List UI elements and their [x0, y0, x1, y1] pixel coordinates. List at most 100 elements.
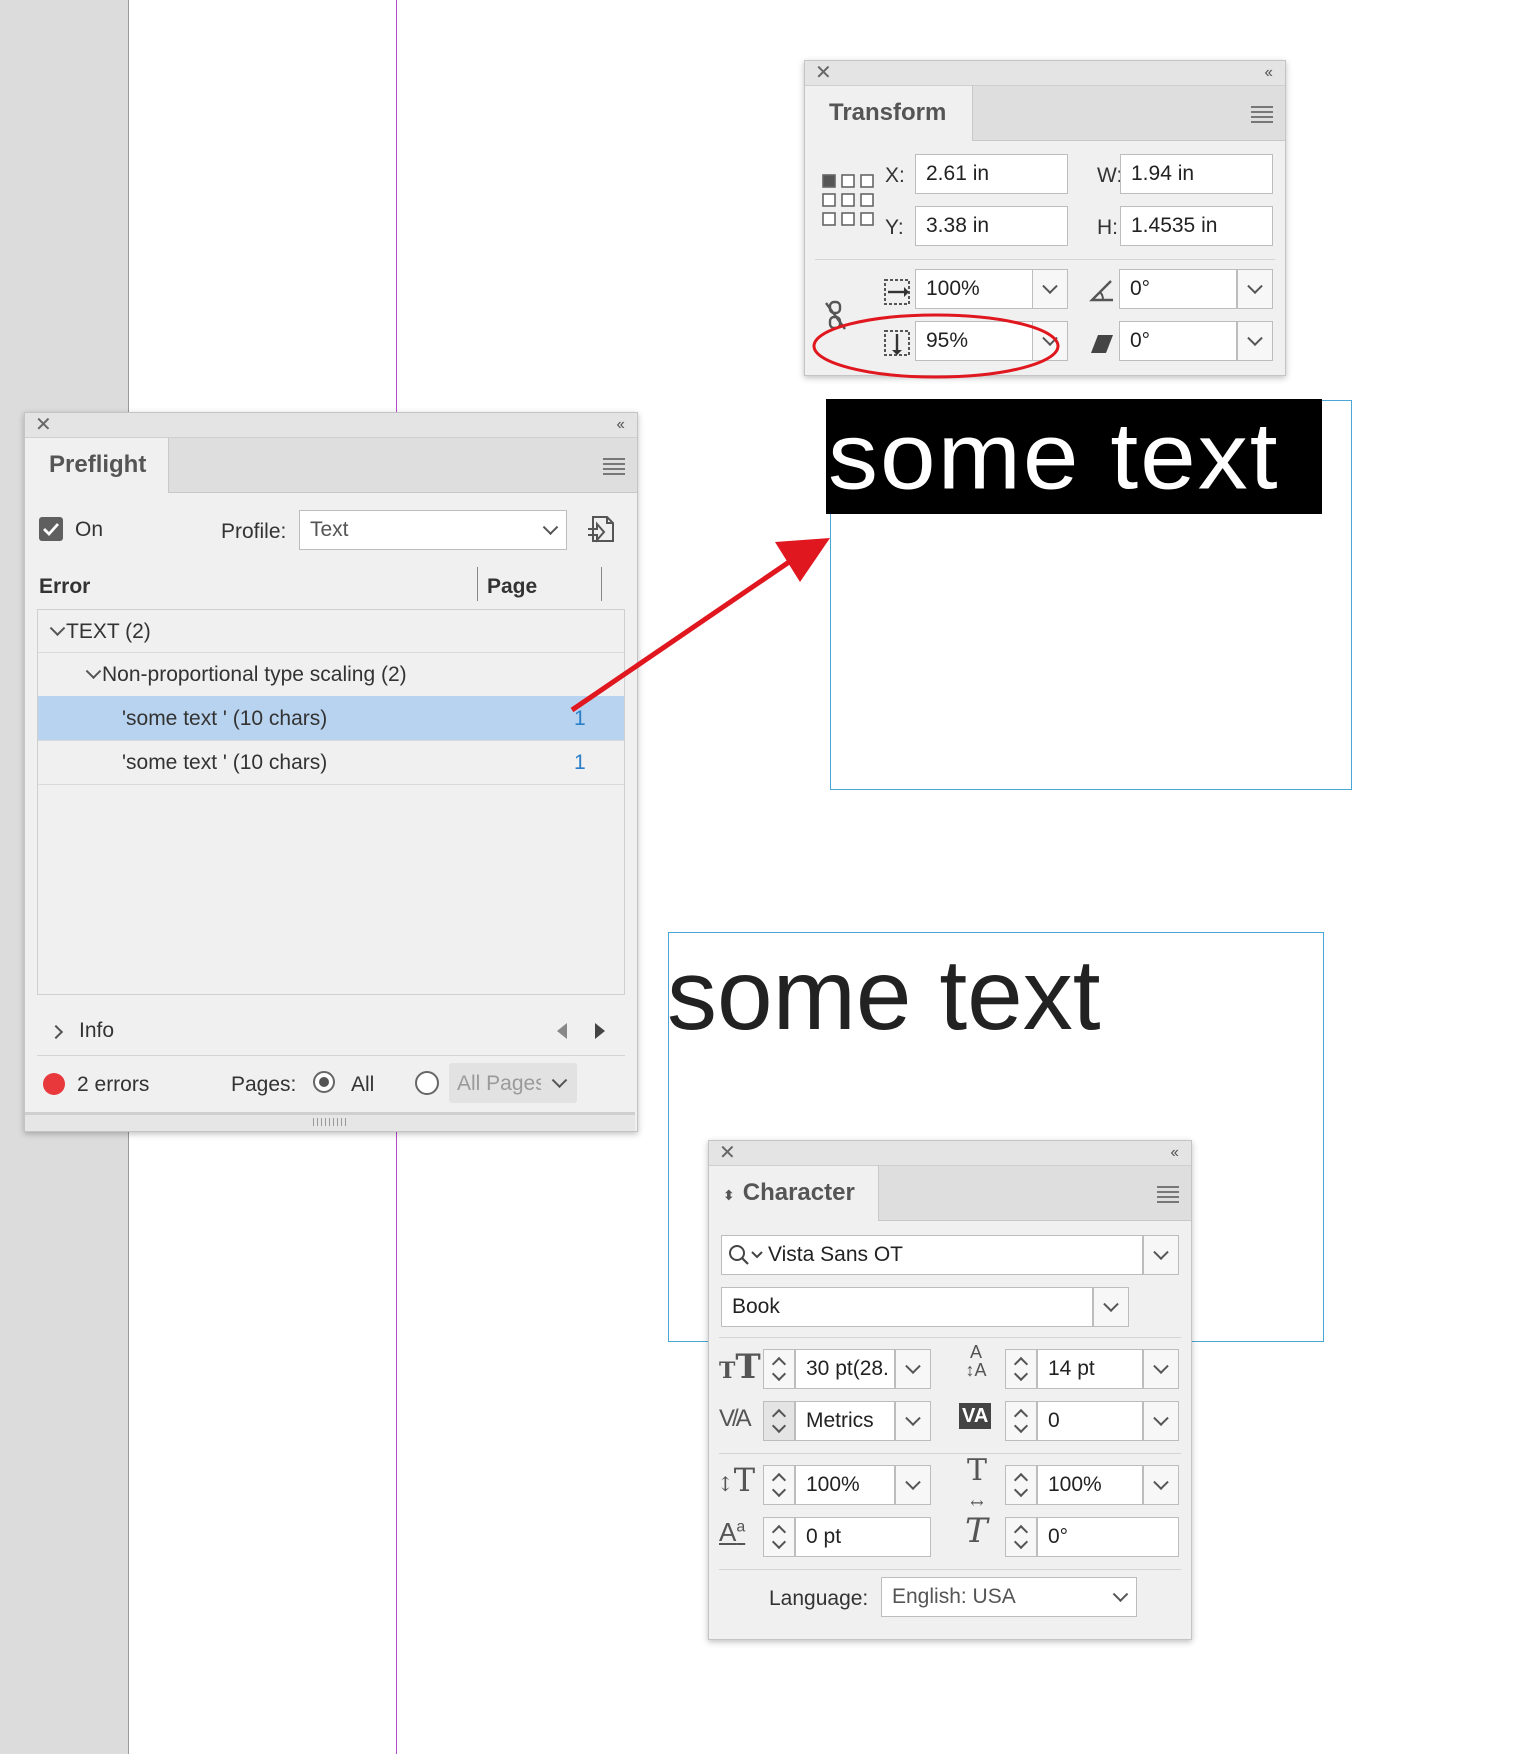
baseline-shift-stepper[interactable] — [763, 1517, 795, 1557]
rotation-field[interactable]: 0° — [1119, 269, 1237, 309]
kerning-field[interactable]: Metrics — [795, 1401, 895, 1441]
scale-x-dropdown[interactable] — [1032, 269, 1068, 309]
collapse-icon[interactable]: ‹‹ — [1170, 1142, 1179, 1164]
error-count[interactable]: 2 errors — [77, 1073, 149, 1097]
collapse-icon[interactable]: ‹‹ — [1264, 62, 1273, 84]
shear-dropdown[interactable] — [1237, 321, 1273, 361]
leading-dropdown[interactable] — [1143, 1349, 1179, 1389]
chevron-down-icon — [1153, 1244, 1169, 1261]
w-label: W: — [1097, 164, 1123, 187]
on-label: On — [75, 518, 104, 541]
divider — [719, 1453, 1181, 1454]
on-checkbox[interactable] — [39, 517, 63, 541]
profile-select[interactable]: Text — [299, 510, 567, 550]
rotation-dropdown[interactable] — [1237, 269, 1273, 309]
vertical-scale-dropdown[interactable] — [895, 1465, 931, 1505]
language-select[interactable]: English: USA — [881, 1577, 1137, 1617]
horizontal-scale-field[interactable]: 100% — [1037, 1465, 1143, 1505]
skew-stepper[interactable] — [1005, 1517, 1037, 1557]
page-column-header[interactable]: Page — [487, 575, 537, 599]
pages-range-radio[interactable] — [415, 1071, 439, 1095]
selected-text[interactable]: some text — [828, 401, 1280, 511]
skew-field[interactable]: 0° — [1037, 1517, 1179, 1557]
font-family-dropdown[interactable] — [1143, 1235, 1179, 1275]
horizontal-scale-dropdown[interactable] — [1143, 1465, 1179, 1505]
panel-topbar: ✕ ‹‹ — [25, 413, 637, 438]
chevron-down-icon — [1042, 278, 1058, 295]
font-style-dropdown[interactable] — [1093, 1287, 1129, 1327]
kerning-stepper[interactable] — [763, 1401, 795, 1441]
group-label: TEXT (2) — [66, 620, 151, 643]
font-size-icon: TT — [719, 1347, 761, 1387]
font-family-field[interactable]: Vista Sans OT — [721, 1235, 1143, 1275]
error-row[interactable]: 'some text ' (10 chars) 1 — [38, 740, 624, 785]
font-size-field[interactable]: 30 pt(28. — [795, 1349, 895, 1389]
horizontal-scale-icon: T ↔ — [966, 1453, 987, 1513]
tracking-field[interactable]: 0 — [1037, 1401, 1143, 1441]
next-icon[interactable] — [595, 1023, 605, 1039]
chevron-down-icon — [542, 519, 559, 536]
tracking-dropdown[interactable] — [1143, 1401, 1179, 1441]
previous-icon[interactable] — [557, 1023, 567, 1039]
radio-dot-icon — [319, 1077, 329, 1087]
vertical-scale-field[interactable]: 100% — [795, 1465, 895, 1505]
tab-character[interactable]: ⬍ Character — [709, 1166, 879, 1221]
tab-transform[interactable]: Transform — [805, 86, 973, 141]
reference-point-icon[interactable] — [821, 173, 875, 227]
resize-grip[interactable] — [313, 1118, 349, 1126]
kerning-icon: V/A — [719, 1405, 752, 1432]
leading-field[interactable]: 14 pt — [1037, 1349, 1143, 1389]
chevron-down-icon[interactable] — [49, 620, 66, 637]
error-list: TEXT (2) Non-proportional type scaling (… — [37, 609, 625, 995]
collapse-icon[interactable]: ‹‹ — [616, 414, 625, 436]
font-size-stepper[interactable] — [763, 1349, 795, 1389]
baseline-shift-field[interactable]: 0 pt — [795, 1517, 931, 1557]
leading-stepper[interactable] — [1005, 1349, 1037, 1389]
kerning-dropdown[interactable] — [895, 1401, 931, 1441]
tab-preflight[interactable]: Preflight — [25, 438, 169, 493]
rotation-angle-icon — [1089, 280, 1113, 302]
panel-menu-icon[interactable] — [1251, 106, 1273, 126]
baseline-shift-icon: Aa — [719, 1517, 746, 1547]
font-style-field[interactable]: Book — [721, 1287, 1093, 1327]
tracking-stepper[interactable] — [1005, 1401, 1037, 1441]
close-icon[interactable]: ✕ — [35, 414, 52, 436]
divider — [719, 1337, 1181, 1338]
font-size-dropdown[interactable] — [895, 1349, 931, 1389]
info-label: Info — [79, 1019, 115, 1042]
x-field[interactable]: 2.61 in — [915, 154, 1068, 194]
error-row-page-link[interactable]: 1 — [574, 751, 586, 775]
chevron-down-icon — [905, 1358, 921, 1375]
close-icon[interactable]: ✕ — [719, 1142, 736, 1164]
info-section-toggle[interactable]: Info — [37, 1011, 625, 1056]
pages-range-placeholder: All Pages — [457, 1072, 541, 1095]
panel-menu-icon[interactable] — [603, 458, 625, 478]
chevron-right-icon — [48, 1024, 64, 1040]
chevron-down-icon — [1103, 1296, 1119, 1313]
divider — [815, 259, 1275, 260]
scale-x-icon — [884, 279, 910, 305]
panel-menu-icon[interactable] — [1157, 1186, 1179, 1206]
horizontal-scale-stepper[interactable] — [1005, 1465, 1037, 1505]
tree-subgroup-row[interactable]: Non-proportional type scaling (2) — [38, 652, 624, 697]
chevron-down-icon[interactable] — [85, 663, 102, 680]
vertical-scale-stepper[interactable] — [763, 1465, 795, 1505]
shear-field[interactable]: 0° — [1119, 321, 1237, 361]
error-row-selected[interactable]: 'some text ' (10 chars) 1 — [38, 696, 624, 741]
error-row-label: 'some text ' (10 chars) — [122, 707, 328, 730]
scale-x-field[interactable]: 100% — [915, 269, 1033, 309]
w-field[interactable]: 1.94 in — [1120, 154, 1273, 194]
panel-tabbar: ⬍ Character — [709, 1166, 1191, 1221]
error-column-header[interactable]: Error — [39, 575, 90, 599]
close-icon[interactable]: ✕ — [815, 62, 832, 84]
pages-all-radio[interactable] — [313, 1071, 335, 1093]
h-field[interactable]: 1.4535 in — [1120, 206, 1273, 246]
pages-range-select[interactable]: All Pages — [449, 1063, 577, 1103]
plain-text[interactable]: some text — [667, 935, 1101, 1055]
column-divider[interactable] — [477, 567, 478, 601]
chevron-down-icon — [905, 1410, 921, 1427]
y-field[interactable]: 3.38 in — [915, 206, 1068, 246]
tree-group-row[interactable]: TEXT (2) — [38, 610, 624, 653]
chevron-down-icon — [1112, 1586, 1129, 1603]
divider — [719, 1569, 1181, 1570]
